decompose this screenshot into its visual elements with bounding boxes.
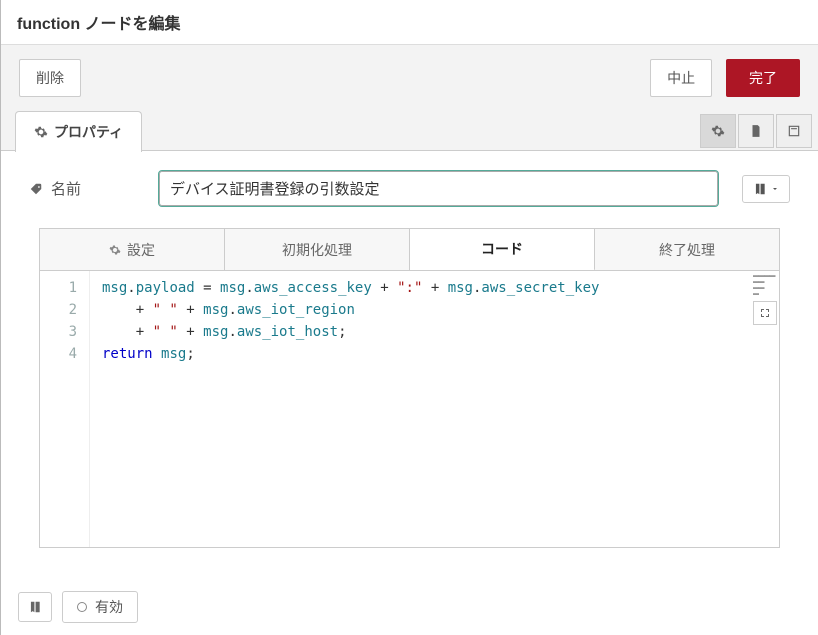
document-icon — [749, 124, 763, 138]
gear-icon — [711, 124, 725, 138]
tab-init[interactable]: 初期化処理 — [225, 229, 410, 270]
line-gutter: 1234 — [40, 271, 90, 547]
cancel-button[interactable]: 中止 — [650, 59, 712, 97]
tag-icon — [29, 182, 43, 196]
caret-down-icon — [771, 185, 779, 193]
code-content[interactable]: msg.payload = msg.aws_access_key + ":" +… — [90, 271, 779, 547]
name-label: 名前 — [29, 178, 149, 199]
status-indicator-icon — [77, 602, 87, 612]
name-input[interactable] — [159, 171, 718, 206]
tab-setup[interactable]: 設定 — [40, 229, 225, 270]
delete-button[interactable]: 削除 — [19, 59, 81, 97]
tab-code[interactable]: コード — [410, 229, 595, 271]
library-footer-button[interactable] — [18, 592, 52, 622]
gear-icon — [109, 244, 121, 256]
name-row: 名前 — [29, 171, 790, 206]
function-tabs: 設定 初期化処理 コード 終了処理 — [39, 228, 780, 270]
dialog-footer: 有効 — [0, 585, 818, 629]
enabled-toggle[interactable]: 有効 — [62, 591, 138, 623]
code-editor[interactable]: 1234 msg.payload = msg.aws_access_key + … — [39, 270, 780, 548]
view-description-button[interactable] — [738, 114, 774, 148]
gear-icon — [34, 125, 48, 139]
expand-icon — [759, 307, 771, 319]
done-button[interactable]: 完了 — [726, 59, 800, 97]
view-appearance-button[interactable] — [776, 114, 812, 148]
book-icon — [28, 600, 42, 614]
minimap: ▬▬▬▬▬▬▬▬▬ — [753, 273, 777, 297]
dialog-toolbar: 削除 中止 完了 — [1, 45, 818, 111]
library-button[interactable] — [742, 175, 790, 203]
book-icon — [753, 182, 767, 196]
tab-properties[interactable]: プロパティ — [15, 111, 142, 152]
tab-close[interactable]: 終了処理 — [595, 229, 779, 270]
layout-icon — [787, 124, 801, 138]
expand-editor-button[interactable] — [753, 301, 777, 325]
main-tabs: プロパティ — [1, 111, 818, 151]
view-settings-button[interactable] — [700, 114, 736, 148]
dialog-title: function ノードを編集 — [1, 0, 818, 45]
tab-properties-label: プロパティ — [54, 122, 123, 142]
